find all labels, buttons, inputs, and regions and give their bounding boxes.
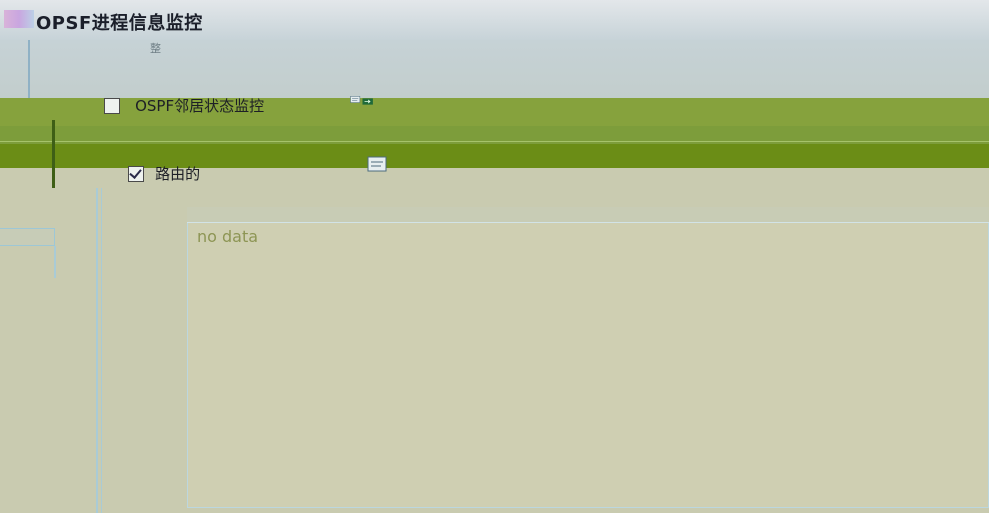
divider-line	[96, 188, 98, 513]
sub-caption: 整	[150, 42, 161, 55]
route-section-row: 路由的	[128, 163, 200, 187]
route-export-icon[interactable]	[367, 156, 389, 174]
route-label: 路由的	[155, 165, 201, 183]
no-data-text: no data	[197, 227, 259, 246]
ospf-neighbor-checkbox[interactable]	[104, 97, 120, 114]
ospf-neighbor-label: OSPF邻居状态监控	[135, 97, 265, 115]
ospf-neighbor-section-row: OSPF邻居状态监控	[104, 95, 264, 119]
data-panel	[187, 207, 989, 508]
dock-edge	[54, 246, 56, 278]
app-icon	[4, 10, 34, 28]
export-icon[interactable]	[350, 92, 400, 112]
divider-line	[101, 188, 102, 513]
left-dock-tab[interactable]	[0, 228, 55, 246]
band-left-stripe	[52, 120, 55, 188]
window-title: OPSF进程信息监控	[36, 13, 203, 34]
band-divider	[0, 141, 989, 142]
route-checkbox[interactable]	[128, 165, 144, 182]
data-panel-header	[187, 207, 989, 223]
